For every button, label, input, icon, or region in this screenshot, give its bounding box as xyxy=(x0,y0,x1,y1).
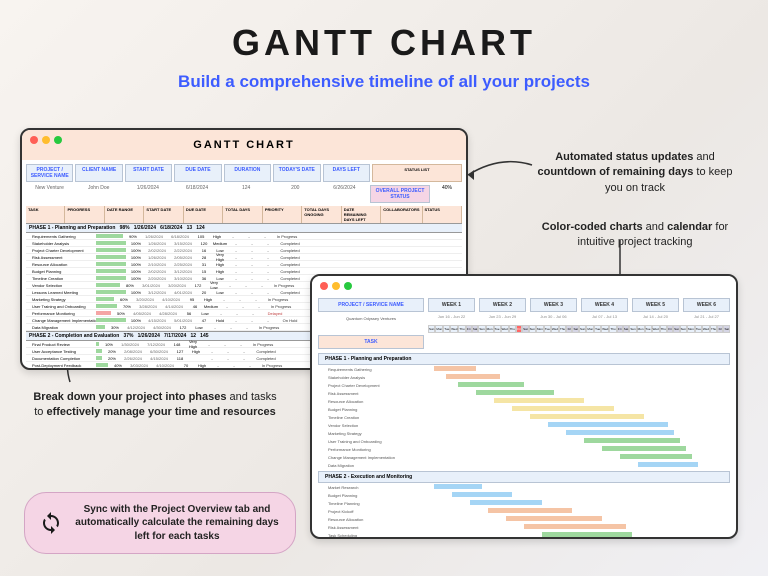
page-title: GANTT CHART xyxy=(0,22,768,64)
callout-status: Automated status updates and countdown o… xyxy=(530,150,740,196)
callout-phases: Break down your project into phases and … xyxy=(30,390,280,421)
sync-text: Sync with the Project Overview tab and a… xyxy=(73,503,281,544)
window-controls xyxy=(30,136,62,144)
panel1-header: GANTT CHART xyxy=(22,130,466,160)
sync-pill: Sync with the Project Overview tab and a… xyxy=(24,492,296,555)
sync-icon xyxy=(39,511,63,535)
gantt-timeline-panel: PROJECT / SERVICE NAMEWEEK 1WEEK 2WEEK 3… xyxy=(310,274,738,539)
panel2-header xyxy=(312,276,736,294)
window-controls xyxy=(320,282,352,290)
page-subtitle: Build a comprehensive timeline of all yo… xyxy=(0,72,768,92)
arrow-1 xyxy=(460,150,540,200)
panel1-title: GANTT CHART xyxy=(193,139,294,151)
